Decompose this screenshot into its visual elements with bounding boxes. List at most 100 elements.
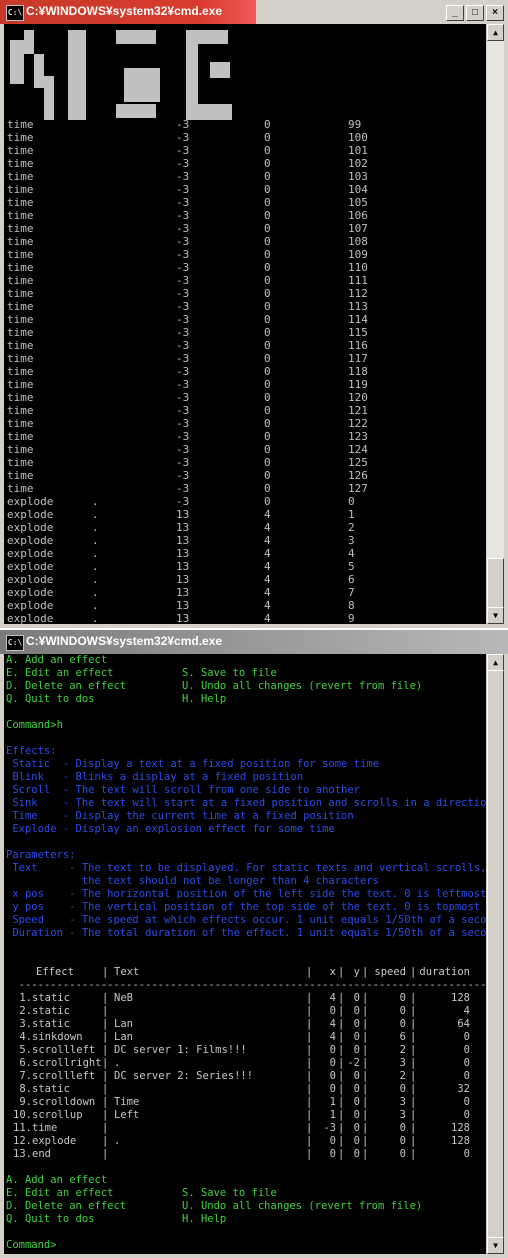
output-row: explode. 13 4 2 — [4, 521, 486, 534]
row-value: 127 — [348, 482, 368, 495]
param-help-line: x pos - The horizontal position of the l… — [6, 888, 486, 900]
row-y: 0 — [264, 443, 271, 456]
row-y: 0 — [353, 992, 360, 1004]
col-divider: | — [306, 1148, 313, 1160]
col-divider: | — [306, 1057, 313, 1069]
cmd-icon[interactable]: C:\ — [6, 635, 24, 651]
row-number: 9. — [19, 1096, 32, 1108]
menu-left: D. Delete an effect — [6, 1200, 127, 1212]
row-y: 0 — [264, 313, 271, 326]
row-x: -3 — [176, 417, 190, 430]
output-row: time -3 0 102 — [4, 157, 486, 170]
col-divider: | — [306, 1031, 313, 1043]
menu-line: Q. Quit to dos H. Help — [6, 693, 484, 706]
output-row: explode. 13 4 1 — [4, 508, 486, 521]
row-x: 0 — [329, 1083, 336, 1095]
row-text: NeB — [114, 992, 133, 1004]
row-y: 4 — [264, 508, 271, 521]
row-text: DC server 1: Films!!! — [114, 1044, 247, 1056]
col-divider: | — [102, 1096, 109, 1108]
console-window-bottom: C:\ C:¥WINDOWS¥system32¥cmd.exe A. Add a… — [0, 630, 508, 1258]
effect-help-line: Time - Display the current time at a fix… — [6, 810, 354, 822]
row-value: 123 — [348, 430, 368, 443]
row-x: -3 — [176, 235, 190, 248]
row-duration: 0 — [463, 1148, 470, 1160]
row-value: 105 — [348, 196, 368, 209]
row-x: 4 — [329, 1031, 336, 1043]
row-name: time — [7, 391, 34, 404]
col-divider: | — [102, 966, 109, 978]
output-row: time -3 0 114 — [4, 313, 486, 326]
row-number: 8. — [19, 1083, 32, 1095]
col-divider: | — [306, 1018, 313, 1030]
row-value: 121 — [348, 404, 368, 417]
scroll-thumb[interactable] — [487, 670, 504, 1238]
row-number: 4. — [19, 1031, 32, 1043]
col-divider: | — [306, 966, 313, 978]
scroll-up-icon[interactable]: ▲ — [487, 654, 504, 671]
console-window-top: C:\ C:¥WINDOWS¥system32¥cmd.exe _ □ × ti… — [0, 0, 508, 628]
row-x: -3 — [176, 326, 190, 339]
row-duration: 4 — [463, 1005, 470, 1017]
row-y: 0 — [264, 183, 271, 196]
output-row: explode. 13 4 3 — [4, 534, 486, 547]
table-row: 2. static | | 0 | 0 | 0 | 4 — [6, 1005, 484, 1018]
row-y: 0 — [264, 404, 271, 417]
maximize-icon[interactable]: □ — [466, 5, 484, 21]
row-x: 13 — [176, 547, 190, 560]
row-name: time — [7, 443, 34, 456]
table-row: 5. scrollleft | DC server 1: Films!!! | 0 | 0 | 2… — [6, 1044, 484, 1057]
scroll-down-icon[interactable]: ▼ — [487, 1237, 504, 1254]
output-row: time -3 0 126 — [4, 469, 486, 482]
row-effect: scrollleft — [32, 1044, 96, 1056]
row-x: 0 — [329, 1070, 336, 1082]
output-row: time -3 0 120 — [4, 391, 486, 404]
row-dot: . — [92, 612, 99, 624]
row-x: -3 — [176, 209, 190, 222]
vertical-scrollbar[interactable]: ▲ ▼ — [487, 654, 504, 1254]
row-name: explode — [7, 573, 54, 586]
scroll-down-icon[interactable]: ▼ — [487, 607, 504, 624]
row-x: -3 — [176, 495, 190, 508]
output-row: time -3 0 107 — [4, 222, 486, 235]
effect-help-line: Scroll - The text will scroll from one s… — [6, 784, 361, 796]
row-x: -3 — [176, 430, 190, 443]
table-header: Effect | Text | x | y | speed | duration — [6, 966, 484, 979]
row-y: 4 — [264, 547, 271, 560]
console-output[interactable]: A. Add an effect E. Edit an effect S. Save… — [4, 654, 486, 1254]
row-value: 2 — [348, 521, 355, 534]
row-y: 4 — [264, 560, 271, 573]
scroll-up-icon[interactable]: ▲ — [487, 24, 504, 41]
scroll-thumb[interactable] — [487, 558, 504, 608]
row-y: 4 — [264, 534, 271, 547]
title-bar[interactable]: C:\ C:¥WINDOWS¥system32¥cmd.exe _ □ × — [0, 0, 508, 24]
row-value: 118 — [348, 365, 368, 378]
row-name: time — [7, 378, 34, 391]
console-output[interactable]: time -3 0 99 time -3 0 100 time -3 0 101 time -3 0 102 t… — [4, 24, 486, 624]
close-icon[interactable]: × — [486, 5, 504, 21]
output-row: time -3 0 101 — [4, 144, 486, 157]
output-row: explode. 13 4 5 — [4, 560, 486, 573]
row-x: 1 — [329, 1096, 336, 1108]
row-name: time — [7, 196, 34, 209]
effect-help-line: Static - Display a text at a fixed posit… — [6, 758, 379, 770]
row-y: 0 — [264, 287, 271, 300]
title-bar[interactable]: C:\ C:¥WINDOWS¥system32¥cmd.exe — [0, 630, 508, 654]
cmd-icon[interactable]: C:\ — [6, 5, 24, 21]
row-y: 0 — [264, 482, 271, 495]
output-row: explode. 13 4 8 — [4, 599, 486, 612]
row-value: 100 — [348, 131, 368, 144]
minimize-icon[interactable]: _ — [446, 5, 464, 21]
table-row: 8. static | | 0 | 0 | 0 | 32 — [6, 1083, 484, 1096]
output-row: explode. 13 4 6 — [4, 573, 486, 586]
menu-left: D. Delete an effect — [6, 680, 127, 692]
menu-right: H. Help — [182, 693, 227, 705]
row-value: 99 — [348, 118, 362, 131]
row-name: time — [7, 469, 34, 482]
menu-line: A. Add an effect — [6, 1174, 484, 1187]
vertical-scrollbar[interactable]: ▲ ▼ — [487, 24, 504, 624]
row-y: 0 — [264, 118, 271, 131]
row-name: time — [7, 313, 34, 326]
row-name: time — [7, 456, 34, 469]
row-value: 0 — [348, 495, 355, 508]
